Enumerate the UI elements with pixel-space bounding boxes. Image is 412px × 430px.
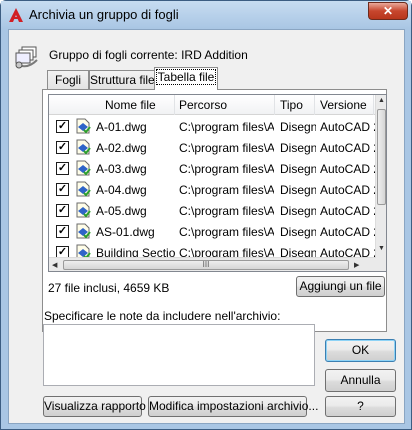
dwg-file-icon bbox=[76, 118, 91, 134]
cell-type: Disegno bbox=[280, 162, 316, 176]
vertical-scrollbar[interactable]: ▲ ▼ bbox=[375, 95, 386, 271]
cell-file-name: A-02.dwg bbox=[96, 141, 147, 155]
table-row[interactable]: ✓ A-03.dwg C:\program files\Aut Disegno Auto… bbox=[49, 158, 384, 179]
tab-sheets[interactable]: Fogli bbox=[47, 70, 89, 89]
cell-path: C:\program files\Aut bbox=[179, 204, 274, 218]
archive-dialog-window: Archivia un gruppo di fogli ✕ Gruppo di … bbox=[0, 0, 412, 430]
scroll-right-icon[interactable]: ▶ bbox=[354, 261, 359, 269]
table-row[interactable]: ✓ A-01.dwg C:\program files\Aut Disegno Auto… bbox=[49, 116, 384, 137]
cell-file-name: A-05.dwg bbox=[96, 204, 147, 218]
scroll-up-icon[interactable]: ▲ bbox=[378, 97, 385, 104]
column-header-version[interactable]: Versione bbox=[320, 98, 367, 112]
cell-path: C:\program files\Aut bbox=[179, 162, 274, 176]
column-header-file-name[interactable]: Nome file bbox=[105, 98, 156, 112]
add-file-button[interactable]: Aggiungi un file bbox=[296, 276, 385, 297]
cell-version: AutoCAD 2 bbox=[320, 225, 376, 239]
dialog-client-area: Gruppo di fogli corrente: IRD Addition F… bbox=[8, 29, 405, 424]
cell-version: AutoCAD 2 bbox=[320, 141, 376, 155]
cell-type: Disegno bbox=[280, 204, 316, 218]
tab-file-table-label: Tabella file bbox=[155, 69, 217, 85]
cell-type: Disegno bbox=[280, 225, 316, 239]
horizontal-scrollbar[interactable]: ◀ III ▶ bbox=[49, 257, 376, 271]
view-report-button[interactable]: Visualizza rapporto bbox=[43, 396, 146, 417]
title-bar[interactable]: Archivia un gruppo di fogli ✕ bbox=[1, 1, 411, 29]
cell-path: C:\program files\Aut bbox=[179, 225, 274, 239]
cell-file-name: A-04.dwg bbox=[96, 183, 147, 197]
autocad-logo-icon bbox=[9, 8, 23, 22]
sheet-set-icon bbox=[15, 46, 38, 69]
vertical-scroll-thumb[interactable] bbox=[377, 109, 386, 205]
dwg-file-icon bbox=[76, 160, 91, 176]
current-sheet-set-label: Gruppo di fogli corrente: IRD Addition bbox=[49, 48, 248, 62]
cancel-button[interactable]: Annulla bbox=[325, 369, 396, 392]
table-row[interactable]: ✓ A-02.dwg C:\program files\Aut Disegno Auto… bbox=[49, 137, 384, 158]
table-row[interactable]: ✓ A-04.dwg C:\program files\Aut Disegno Auto… bbox=[49, 179, 384, 200]
cell-type: Disegno bbox=[280, 183, 316, 197]
table-row[interactable]: ✓ A-05.dwg C:\program files\Aut Disegno Auto… bbox=[49, 200, 384, 221]
cell-file-name: A-03.dwg bbox=[96, 162, 147, 176]
file-table[interactable]: Nome file Percorso Tipo Versione D ✓ A-01… bbox=[48, 94, 387, 272]
dwg-file-icon bbox=[76, 202, 91, 218]
help-button[interactable]: ? bbox=[325, 396, 396, 417]
dwg-file-icon bbox=[76, 223, 91, 239]
cell-version: AutoCAD 2 bbox=[320, 120, 376, 134]
tab-file-table[interactable]: Tabella file bbox=[154, 67, 218, 90]
cell-path: C:\program files\Aut bbox=[179, 120, 274, 134]
cell-version: AutoCAD 2 bbox=[320, 162, 376, 176]
table-row[interactable]: ✓ AS-01.dwg C:\program files\Aut Disegno Aut… bbox=[49, 221, 384, 242]
tab-file-structure[interactable]: Struttura file bbox=[89, 70, 155, 89]
horizontal-scroll-thumb[interactable]: III bbox=[63, 260, 349, 270]
include-checkbox[interactable]: ✓ bbox=[56, 162, 69, 175]
notes-textarea[interactable] bbox=[43, 324, 315, 386]
include-checkbox[interactable]: ✓ bbox=[56, 225, 69, 238]
notes-label: Specificare le note da includere nell'ar… bbox=[44, 309, 281, 323]
column-header-type[interactable]: Tipo bbox=[280, 98, 303, 112]
cell-version: AutoCAD 2 bbox=[320, 204, 376, 218]
include-checkbox[interactable]: ✓ bbox=[56, 141, 69, 154]
cell-path: C:\program files\Aut bbox=[179, 183, 274, 197]
table-header: Nome file Percorso Tipo Versione D bbox=[49, 95, 386, 115]
close-button[interactable]: ✕ bbox=[368, 2, 408, 20]
dwg-file-icon bbox=[76, 139, 91, 155]
include-checkbox[interactable]: ✓ bbox=[56, 120, 69, 133]
dwg-file-icon bbox=[76, 181, 91, 197]
scroll-left-icon[interactable]: ◀ bbox=[52, 261, 57, 269]
cell-path: C:\program files\Aut bbox=[179, 141, 274, 155]
cell-type: Disegno bbox=[280, 141, 316, 155]
column-header-path[interactable]: Percorso bbox=[179, 98, 227, 112]
cell-type: Disegno bbox=[280, 120, 316, 134]
cell-file-name: AS-01.dwg bbox=[96, 225, 155, 239]
cell-version: AutoCAD 2 bbox=[320, 183, 376, 197]
modify-archive-settings-button[interactable]: Modifica impostazioni archivio... bbox=[148, 396, 318, 417]
cell-file-name: A-01.dwg bbox=[96, 120, 147, 134]
include-checkbox[interactable]: ✓ bbox=[56, 183, 69, 196]
window-title: Archivia un gruppo di fogli bbox=[29, 7, 179, 22]
ok-button[interactable]: OK bbox=[325, 339, 396, 362]
tab-sheets-label: Fogli bbox=[54, 73, 81, 87]
scroll-down-icon[interactable]: ▼ bbox=[378, 245, 385, 252]
include-checkbox[interactable]: ✓ bbox=[56, 204, 69, 217]
tab-file-structure-label: Struttura file bbox=[90, 73, 155, 87]
files-summary: 27 file inclusi, 4659 KB bbox=[48, 281, 170, 295]
